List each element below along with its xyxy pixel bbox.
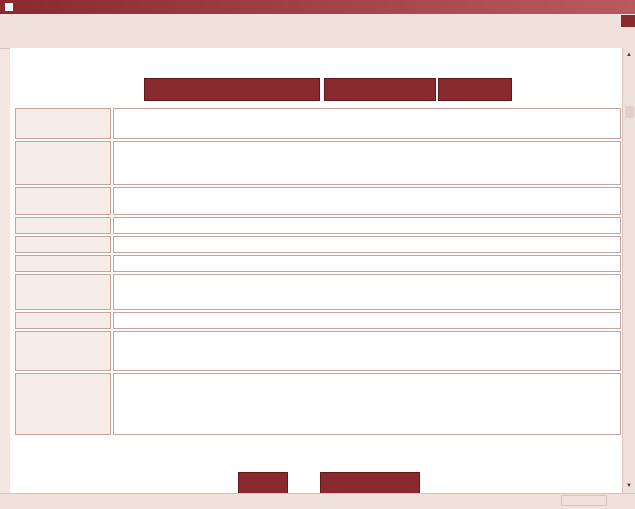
row-label: [15, 373, 111, 435]
table-row: [15, 312, 621, 329]
page-content: [10, 48, 622, 493]
progress-box: [561, 494, 607, 506]
row-label: [15, 217, 111, 234]
row-label: [15, 274, 111, 310]
row-label: [15, 331, 111, 371]
row-value: [113, 108, 621, 139]
row-label: [15, 236, 111, 253]
row-label: [15, 108, 111, 139]
help-button[interactable]: [238, 472, 288, 493]
table-row: [15, 141, 621, 185]
security-zone: [561, 494, 613, 509]
table-row: [15, 331, 621, 371]
document-metadata-table: [13, 106, 622, 437]
row-value: [113, 141, 621, 185]
toolbar: [0, 28, 635, 49]
row-value: [113, 255, 621, 272]
table-row: [15, 274, 621, 310]
row-label: [15, 141, 111, 185]
scroll-thumb[interactable]: [625, 106, 634, 118]
row-label: [15, 187, 111, 215]
window-title-bar: [0, 0, 635, 14]
row-value: [113, 312, 621, 329]
row-value: [113, 331, 621, 371]
row-value: [113, 187, 621, 215]
browser-icon: [5, 3, 13, 11]
row-label: [15, 255, 111, 272]
scroll-down-icon[interactable]: ▼: [626, 483, 632, 489]
next-button[interactable]: [320, 472, 420, 493]
table-row: [15, 255, 621, 272]
status-bar: [0, 493, 635, 509]
scroll-up-icon[interactable]: ▲: [626, 52, 632, 58]
browser-logo-icon: [621, 15, 635, 27]
further-documents-button[interactable]: [324, 78, 436, 101]
menu-bar: [0, 14, 635, 29]
back-to-results-button[interactable]: [144, 78, 320, 101]
table-row: [15, 217, 621, 234]
vertical-scrollbar[interactable]: ▲ ▼: [622, 48, 635, 493]
row-label: [15, 312, 111, 329]
row-value: [113, 236, 621, 253]
row-value: [113, 274, 621, 310]
table-row: [15, 187, 621, 215]
row-value: [113, 373, 621, 435]
new-query-button[interactable]: [438, 78, 512, 101]
table-row: [15, 108, 621, 139]
table-row: [15, 236, 621, 253]
table-row: [15, 373, 621, 435]
row-value: [113, 217, 621, 234]
